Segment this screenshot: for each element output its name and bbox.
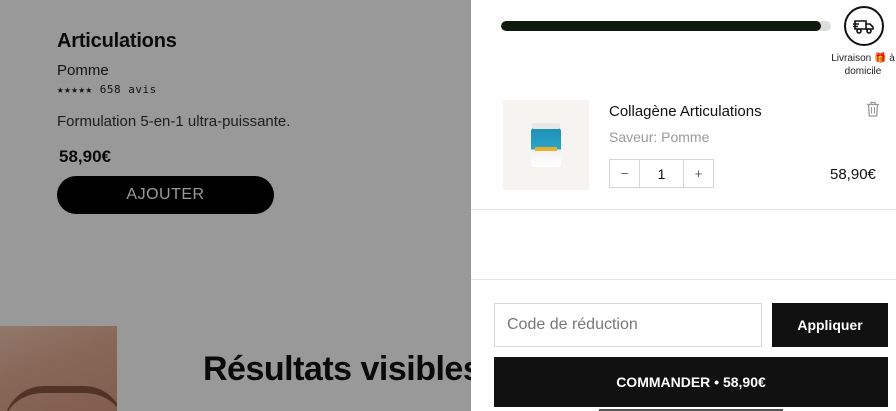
quantity-stepper: − 1 + bbox=[609, 159, 714, 188]
truck-icon bbox=[844, 6, 884, 46]
cart-drawer: Livraison 🎁 à domicile Collagène Articul… bbox=[471, 0, 896, 411]
discount-code-input[interactable] bbox=[494, 303, 762, 347]
footer-divider bbox=[471, 279, 896, 280]
cart-item-variant: Saveur: Pomme bbox=[609, 129, 710, 145]
cart-item-price: 58,90€ bbox=[830, 166, 876, 183]
shipping-label: Livraison 🎁 à domicile bbox=[831, 53, 895, 77]
increment-button[interactable]: + bbox=[684, 160, 713, 187]
truck-icon-svg bbox=[853, 20, 874, 34]
quantity-value[interactable]: 1 bbox=[639, 160, 684, 187]
apply-discount-button[interactable]: Appliquer bbox=[772, 303, 888, 347]
drawer-overlay[interactable] bbox=[0, 0, 471, 411]
trash-icon[interactable] bbox=[866, 101, 880, 117]
cart-item-name[interactable]: Collagène Articulations bbox=[609, 103, 762, 120]
checkout-button[interactable]: COMMANDER • 58,90€ bbox=[494, 357, 888, 407]
decrement-button[interactable]: − bbox=[610, 160, 639, 187]
trash-icon-svg bbox=[867, 101, 879, 117]
shipping-progress-bar bbox=[501, 21, 831, 31]
cart-line-item: Collagène Articulations Saveur: Pomme − … bbox=[471, 90, 896, 210]
shipping-progress-fill bbox=[501, 21, 822, 31]
product-thumbnail[interactable] bbox=[503, 100, 589, 190]
product-jar-image bbox=[531, 123, 561, 167]
